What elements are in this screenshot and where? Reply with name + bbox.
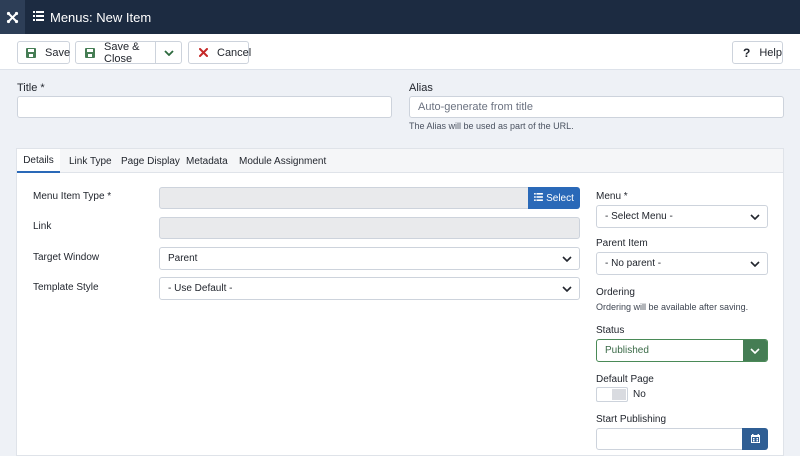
chevron-down-icon [555,248,579,269]
save-button[interactable]: Save [17,41,70,64]
menu-label: Menu * [596,191,628,202]
tab-metadata[interactable]: Metadata [186,149,228,173]
page-title: Menus: New Item [50,9,152,25]
default-page-toggle[interactable] [596,387,628,402]
select-button-label: Select [546,192,574,204]
save-close-button[interactable]: Save & Close [76,40,157,65]
list-icon [33,10,44,24]
tab-bar: Details Link Type Page Display Metadata … [17,149,783,173]
default-page-label: Default Page [596,374,654,385]
save-close-button-group: Save & Close [75,40,182,65]
tab-link-type[interactable]: Link Type [69,149,112,173]
cancel-button-label: Cancel [217,46,252,59]
calendar-icon [750,432,760,446]
target-window-select[interactable]: Parent [159,247,580,270]
calendar-button[interactable] [742,428,768,450]
save-options-dropdown[interactable] [156,42,181,63]
template-style-label: Template Style [33,282,99,293]
parent-item-select[interactable]: - No parent - [596,252,768,275]
chevron-down-icon [163,47,174,59]
target-window-label: Target Window [33,252,100,263]
chevron-down-icon [743,340,767,361]
parent-item-value: - No parent - [605,258,662,269]
alias-label: Alias [409,82,433,94]
default-page-value: No [633,389,646,400]
list-icon [534,192,543,204]
chevron-down-icon [743,253,767,274]
menu-item-type-label: Menu Item Type * [33,191,112,202]
cancel-button[interactable]: Cancel [188,41,252,64]
save-close-label: Save & Close [104,40,140,65]
menu-select[interactable]: - Select Menu - [596,205,768,228]
link-label: Link [33,221,52,232]
top-bar: Menus: New Item [0,0,800,34]
start-publishing-label: Start Publishing [596,414,667,425]
status-label: Status [596,325,625,336]
status-select[interactable]: Published [596,339,768,362]
chevron-down-icon [555,278,579,299]
alias-hint: The Alias will be used as part of the UR… [409,121,574,131]
menu-item-type-field [159,187,529,209]
link-field [159,217,580,239]
ordering-label: Ordering [596,287,635,298]
status-value: Published [605,345,649,356]
title-input[interactable] [17,96,392,118]
help-button[interactable]: ? Help [732,41,783,64]
parent-item-label: Parent Item [596,238,648,249]
tab-module-assignment[interactable]: Module Assignment [239,149,326,173]
save-button-label: Save [45,46,71,59]
toggle-knob [612,389,626,400]
menu-value: - Select Menu - [605,211,673,222]
page-heading: Menus: New Item [33,0,151,34]
tab-page-display[interactable]: Page Display [121,149,180,173]
close-icon [199,48,208,57]
ordering-note: Ordering will be available after saving. [596,302,749,312]
target-window-value: Parent [168,253,198,264]
save-icon [85,47,95,58]
template-style-select[interactable]: - Use Default - [159,277,580,300]
chevron-down-icon [743,206,767,227]
tab-details[interactable]: Details [17,149,60,173]
question-icon: ? [743,45,751,60]
title-label: Title * [17,82,45,94]
toolbar: Save Save & Close Cancel ? Help [0,34,800,70]
save-icon [26,47,36,58]
start-publishing-input[interactable] [596,428,743,450]
joomla-logo-icon[interactable] [0,0,25,34]
select-menu-item-type-button[interactable]: Select [528,187,580,209]
alias-input[interactable]: Auto-generate from title [409,96,784,118]
help-button-label: Help [759,46,782,59]
template-style-value: - Use Default - [168,283,233,294]
